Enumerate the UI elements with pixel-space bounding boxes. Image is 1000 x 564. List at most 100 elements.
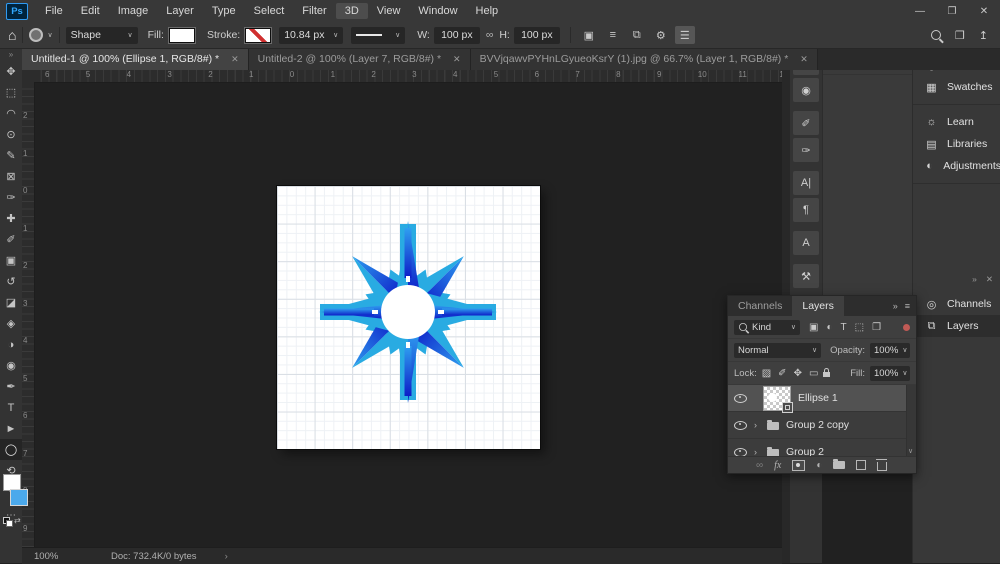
layer-filter-icon[interactable]: ▣: [809, 322, 818, 333]
delete-layer-icon[interactable]: [876, 458, 888, 471]
close-panel-icon[interactable]: ✕: [986, 274, 993, 285]
layer-style-fx-icon[interactable]: fx: [774, 460, 781, 471]
options-button[interactable]: ≡: [603, 26, 623, 44]
layer-row[interactable]: › Group 2: [728, 439, 916, 456]
search-icon[interactable]: [930, 30, 941, 40]
menu-item[interactable]: 3D: [335, 3, 368, 19]
expand-group-icon[interactable]: ›: [754, 447, 760, 456]
panel-button[interactable]: ▦ Swatches: [913, 76, 1000, 98]
tool-button[interactable]: ◉: [0, 355, 22, 376]
background-color-swatch[interactable]: [10, 489, 28, 506]
panel-strip-button[interactable]: ✑: [793, 138, 819, 162]
collapse-panels-icon[interactable]: »: [972, 274, 977, 285]
collapse-panel-icon[interactable]: »: [893, 301, 898, 311]
visibility-eye-icon[interactable]: [734, 393, 747, 403]
tool-button[interactable]: ✚: [0, 208, 22, 229]
home-icon[interactable]: ⌂: [8, 27, 16, 43]
layer-filter-icon[interactable]: T: [841, 322, 847, 333]
new-group-icon[interactable]: [833, 459, 846, 469]
width-field[interactable]: 100 px: [433, 26, 480, 44]
stroke-style-select[interactable]: ∨: [351, 26, 406, 44]
tool-button[interactable]: ⬚: [0, 82, 22, 103]
tool-button[interactable]: ►: [0, 418, 22, 439]
tool-button[interactable]: ◈: [0, 313, 22, 334]
minimize-button[interactable]: —: [904, 0, 936, 22]
panel-menu-icon[interactable]: ≡: [905, 301, 910, 311]
panel-strip-button[interactable]: ¶: [793, 198, 819, 222]
adjustment-layer-icon[interactable]: ◐: [816, 460, 822, 471]
restore-button[interactable]: ❐: [936, 0, 968, 22]
default-colors-icon[interactable]: [3, 517, 13, 527]
tool-button[interactable]: ✒: [0, 376, 22, 397]
layer-filter-icon[interactable]: ◐: [826, 322, 832, 333]
lock-option-icon[interactable]: ✐: [778, 368, 786, 379]
panel-tab[interactable]: Layers: [792, 296, 844, 316]
panel-button[interactable]: ▤ Libraries: [913, 133, 1000, 155]
tool-button[interactable]: ↺: [0, 271, 22, 292]
height-field[interactable]: 100 px: [513, 26, 560, 44]
tool-button[interactable]: ◯: [0, 439, 22, 460]
layer-row[interactable]: › Group 2 copy: [728, 412, 916, 439]
menu-item[interactable]: Edit: [72, 3, 109, 19]
layer-filter-icon[interactable]: ⬚: [855, 322, 864, 333]
status-options-icon[interactable]: ›: [225, 551, 228, 562]
tool-mode-select[interactable]: Shape ∨: [65, 26, 138, 44]
panel-strip-button[interactable]: ⚒: [793, 264, 819, 288]
layers-scrollbar[interactable]: ∨: [906, 385, 916, 456]
tool-button[interactable]: ▣: [0, 250, 22, 271]
menu-item[interactable]: Filter: [293, 3, 335, 19]
filter-toggle-icon[interactable]: [903, 323, 910, 331]
close-tab-icon[interactable]: ✕: [453, 54, 461, 65]
menu-item[interactable]: Window: [409, 3, 466, 19]
scroll-down-icon[interactable]: ∨: [908, 447, 913, 455]
visibility-eye-icon[interactable]: [734, 447, 747, 456]
panel-button[interactable]: ◎ Channels: [913, 293, 1000, 315]
new-layer-icon[interactable]: [856, 460, 867, 470]
tool-button[interactable]: ◠: [0, 103, 22, 124]
options-button[interactable]: ⧉: [627, 26, 647, 44]
close-tab-icon[interactable]: ✕: [800, 54, 808, 65]
tool-button[interactable]: ✑: [0, 187, 22, 208]
layer-filter-icon[interactable]: ❐: [872, 322, 881, 333]
tool-button[interactable]: T: [0, 397, 22, 418]
workspace-icon[interactable]: ❒: [955, 29, 965, 42]
visibility-eye-icon[interactable]: [734, 420, 747, 430]
panel-button[interactable]: ◐ Adjustments: [913, 155, 1000, 177]
lock-option-icon[interactable]: ▨: [762, 368, 771, 379]
panel-button[interactable]: ☼ Learn: [913, 111, 1000, 133]
tool-button[interactable]: ✎: [0, 145, 22, 166]
document-tab[interactable]: Untitled-1 @ 100% (Ellipse 1, RGB/8#) * …: [22, 48, 249, 70]
fill-swatch[interactable]: [168, 27, 195, 43]
blend-mode-select[interactable]: Normal ∨: [734, 342, 822, 358]
chevron-down-icon[interactable]: ∨: [47, 31, 52, 39]
link-layers-icon[interactable]: ∞: [756, 460, 763, 471]
zoom-level-field[interactable]: 100%: [34, 551, 89, 562]
options-button[interactable]: ⚙: [651, 26, 671, 44]
stroke-swatch[interactable]: [245, 27, 272, 43]
lock-option-icon[interactable]: ▭: [809, 368, 818, 379]
link-dimensions-icon[interactable]: ∞: [486, 29, 494, 41]
tool-button[interactable]: ◪: [0, 292, 22, 313]
menu-item[interactable]: Layer: [157, 3, 203, 19]
lock-all-icon[interactable]: [823, 368, 831, 377]
canvas-area[interactable]: 654321012345678910111213 21012345678910: [22, 70, 782, 547]
options-button[interactable]: ☰: [674, 26, 695, 44]
layer-thumbnail[interactable]: [763, 385, 793, 413]
stroke-width-field[interactable]: 10.84 px ∨: [279, 26, 344, 44]
document-tab[interactable]: BVVjqawvPYHnLGyueoKsrY (1).jpg @ 66.7% (…: [470, 48, 818, 70]
menu-item[interactable]: File: [36, 3, 72, 19]
lock-option-icon[interactable]: ✥: [794, 368, 802, 379]
options-button[interactable]: ▣: [579, 26, 599, 44]
close-button[interactable]: ✕: [968, 0, 1000, 22]
layer-fill-field[interactable]: 100% ∨: [870, 365, 910, 381]
close-tab-icon[interactable]: ✕: [231, 54, 239, 65]
menu-item[interactable]: View: [368, 3, 410, 19]
panel-strip-button[interactable]: ✐: [793, 111, 819, 135]
document-tab[interactable]: Untitled-2 @ 100% (Layer 7, RGB/8#) * ✕: [248, 48, 471, 70]
tool-button[interactable]: ⊙: [0, 124, 22, 145]
layer-row[interactable]: › Ellipse 1: [728, 385, 916, 413]
tool-button[interactable]: ⊠: [0, 166, 22, 187]
tool-button[interactable]: ◑: [0, 334, 22, 355]
menu-item[interactable]: Help: [467, 3, 508, 19]
panel-strip-button[interactable]: A: [793, 231, 819, 255]
